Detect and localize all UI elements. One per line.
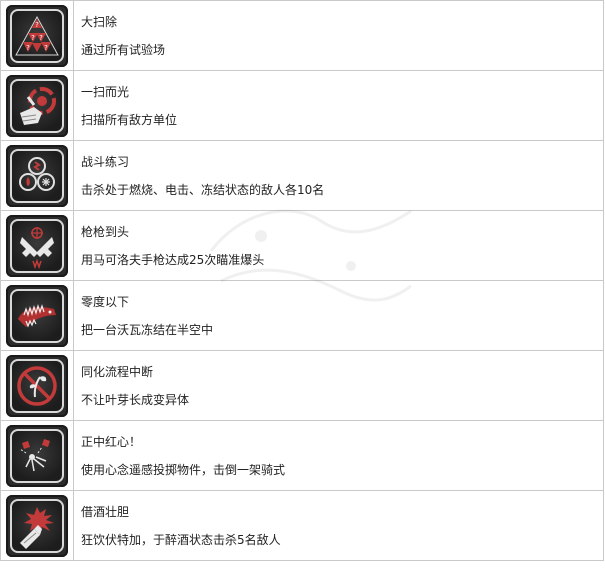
frozen-creature-icon xyxy=(6,284,68,347)
achievements-table: ? ? ? ? ? 大扫除 通过所有试验场 一扫而光 扫描所有敌方单位 战斗练习… xyxy=(0,0,604,561)
achievement-row: 正中红心！ 使用心念遥感投掷物件，击倒一架骑式 xyxy=(1,421,604,491)
achievement-title: 战斗练习 xyxy=(81,154,130,169)
achievement-text-cell: 一扫而光 扫描所有敌方单位 xyxy=(74,71,604,140)
achievement-title: 正中红心！ xyxy=(81,434,142,449)
scanner-hand-icon xyxy=(6,74,68,137)
achievement-title: 同化流程中断 xyxy=(81,364,154,379)
achievement-icon-cell xyxy=(1,141,74,210)
achievement-description: 用马可洛夫手枪达成25次瞄准爆头 xyxy=(81,252,265,267)
achievement-row: 零度以下 把一台沃瓦冻结在半空中 xyxy=(1,281,604,351)
achievement-icon-cell xyxy=(1,421,74,490)
svg-text:?: ? xyxy=(35,21,39,29)
no-sprout-icon xyxy=(6,354,68,417)
achievement-row: 借酒壮胆 狂饮伏特加，于醉酒状态击杀5名敌人 xyxy=(1,491,604,561)
svg-text:?: ? xyxy=(26,44,30,52)
achievement-title: 一扫而光 xyxy=(81,84,130,99)
crossed-pistols-icon xyxy=(6,214,68,277)
achievement-description: 把一台沃瓦冻结在半空中 xyxy=(81,322,214,337)
achievement-row: 一扫而光 扫描所有敌方单位 xyxy=(1,71,604,141)
achievement-row: 枪枪到头 用马可洛夫手枪达成25次瞄准爆头 xyxy=(1,211,604,281)
achievement-title: 零度以下 xyxy=(81,294,130,309)
achievement-text-cell: 借酒壮胆 狂饮伏特加，于醉酒状态击杀5名敌人 xyxy=(74,491,604,560)
achievement-icon-cell xyxy=(1,491,74,560)
achievement-title: 枪枪到头 xyxy=(81,224,130,239)
achievement-description: 使用心念遥感投掷物件，击倒一架骑式 xyxy=(81,462,286,477)
svg-text:?: ? xyxy=(44,44,48,52)
achievement-text-cell: 战斗练习 击杀处于燃烧、电击、冻结状态的敌人各10名 xyxy=(74,141,604,210)
triangle-hazard-icon: ? ? ? ? ? xyxy=(6,4,68,67)
svg-text:?: ? xyxy=(39,34,43,42)
achievement-icon-cell xyxy=(1,281,74,350)
achievement-text-cell: 正中红心！ 使用心念遥感投掷物件，击倒一架骑式 xyxy=(74,421,604,490)
achievement-description: 击杀处于燃烧、电击、冻结状态的敌人各10名 xyxy=(81,182,325,197)
achievement-description: 不让叶芽长成变异体 xyxy=(81,392,190,407)
achievement-text-cell: 大扫除 通过所有试验场 xyxy=(74,1,604,70)
telekinesis-throw-icon xyxy=(6,424,68,487)
achievement-text-cell: 同化流程中断 不让叶芽长成变异体 xyxy=(74,351,604,420)
achievement-description: 通过所有试验场 xyxy=(81,42,166,57)
achievement-icon-cell: ? ? ? ? ? xyxy=(1,1,74,70)
achievement-description: 扫描所有敌方单位 xyxy=(81,112,178,127)
achievement-row: ? ? ? ? ? 大扫除 通过所有试验场 xyxy=(1,1,604,71)
elements-triad-icon xyxy=(6,144,68,207)
achievement-icon-cell xyxy=(1,211,74,280)
achievement-icon-cell xyxy=(1,71,74,140)
achievement-title: 借酒壮胆 xyxy=(81,504,130,519)
achievement-text-cell: 枪枪到头 用马可洛夫手枪达成25次瞄准爆头 xyxy=(74,211,604,280)
achievement-text-cell: 零度以下 把一台沃瓦冻结在半空中 xyxy=(74,281,604,350)
achievement-icon-cell xyxy=(1,351,74,420)
achievement-row: 同化流程中断 不让叶芽长成变异体 xyxy=(1,351,604,421)
achievement-row: 战斗练习 击杀处于燃烧、电击、冻结状态的敌人各10名 xyxy=(1,141,604,211)
svg-text:?: ? xyxy=(31,34,35,42)
vodka-bottle-icon xyxy=(6,494,68,557)
achievement-description: 狂饮伏特加，于醉酒状态击杀5名敌人 xyxy=(81,532,281,547)
achievement-title: 大扫除 xyxy=(81,14,118,29)
